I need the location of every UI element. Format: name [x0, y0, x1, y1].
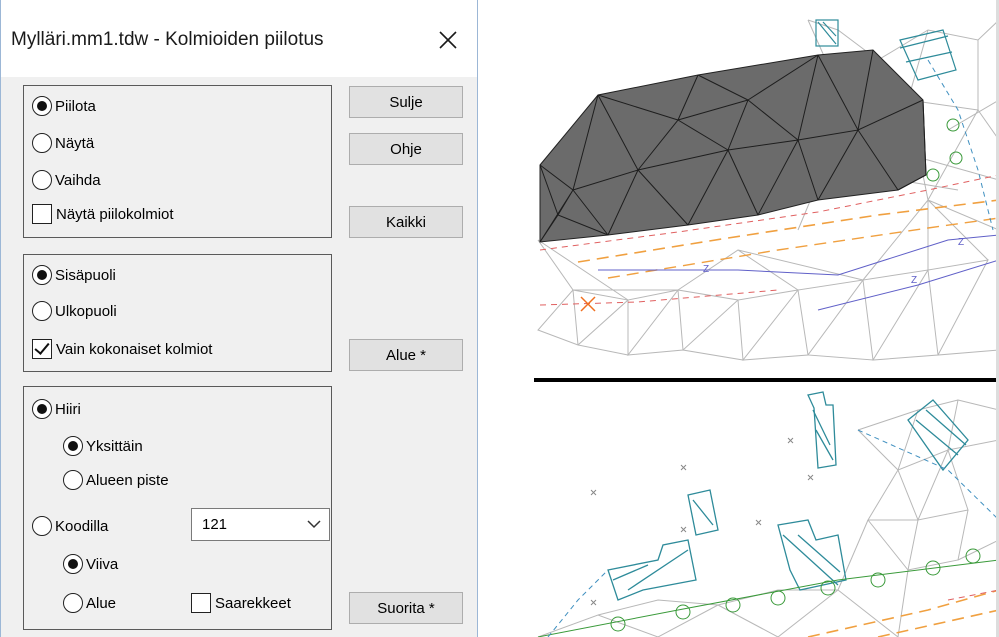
- radio-area[interactable]: Alue: [63, 590, 116, 616]
- radio-dot: [63, 593, 83, 613]
- radio-toggle[interactable]: Vaihda: [32, 167, 101, 193]
- islands-checkbox[interactable]: Saarekkeet: [191, 590, 291, 616]
- radio-dot: [63, 470, 83, 490]
- line-label-z: Z: [958, 237, 964, 248]
- radio-dot: [32, 399, 52, 419]
- panel-divider: [534, 378, 999, 382]
- radio-dot: [63, 436, 83, 456]
- chevron-down-icon: [307, 520, 321, 529]
- whole-triangles-checkbox[interactable]: Vain kokonaiset kolmiot: [32, 336, 212, 362]
- help-button[interactable]: Ohje: [349, 133, 463, 165]
- radio-toggle-label: Vaihda: [55, 171, 101, 189]
- radio-dot: [32, 133, 52, 153]
- radio-single-label: Yksittäin: [86, 437, 143, 455]
- all-button[interactable]: Kaikki: [349, 206, 463, 238]
- close-window-button[interactable]: [425, 20, 473, 60]
- line-label-z: Z: [911, 275, 917, 286]
- radio-show[interactable]: Näytä: [32, 130, 94, 156]
- close-icon: [439, 31, 457, 49]
- title-bar[interactable]: Mylläri.mm1.tdw - Kolmioiden piilotus: [1, 0, 477, 77]
- radio-dot: [32, 301, 52, 321]
- radio-by-code[interactable]: Koodilla: [32, 513, 108, 539]
- radio-outside[interactable]: Ulkopuoli: [32, 298, 117, 324]
- checkbox-box: [191, 593, 211, 613]
- radio-hide[interactable]: Piilota: [32, 93, 96, 119]
- radio-dot: [63, 554, 83, 574]
- line-label-z: Z: [703, 264, 709, 275]
- show-hidden-checkbox[interactable]: Näytä piilokolmiot: [32, 201, 174, 227]
- radio-inside-label: Sisäpuoli: [55, 266, 116, 284]
- radio-show-label: Näytä: [55, 134, 95, 152]
- radio-area-label: Alue: [86, 594, 117, 612]
- map-canvas[interactable]: Z Z Z: [478, 0, 999, 637]
- radio-area-point-label: Alueen piste: [86, 471, 169, 489]
- checkbox-box: [32, 339, 52, 359]
- radio-by-code-label: Koodilla: [55, 517, 109, 535]
- map-view[interactable]: Z Z Z: [478, 0, 999, 637]
- radio-dot: [32, 265, 52, 285]
- hide-triangles-dialog: Mylläri.mm1.tdw - Kolmioiden piilotus Pi…: [0, 0, 478, 637]
- radio-hide-label: Piilota: [55, 97, 96, 115]
- show-hidden-label: Näytä piilokolmiot: [56, 205, 174, 223]
- radio-mouse-label: Hiiri: [55, 400, 81, 418]
- radio-area-point[interactable]: Alueen piste: [63, 467, 169, 493]
- area-button[interactable]: Alue *: [349, 339, 463, 371]
- radio-single[interactable]: Yksittäin: [63, 433, 143, 459]
- radio-dot: [32, 96, 52, 116]
- checkbox-box: [32, 204, 52, 224]
- radio-line[interactable]: Viiva: [63, 551, 118, 577]
- radio-line-label: Viiva: [86, 555, 119, 573]
- radio-dot: [32, 516, 52, 536]
- code-select-value: 121: [202, 516, 228, 533]
- radio-dot: [32, 170, 52, 190]
- window-title: Mylläri.mm1.tdw - Kolmioiden piilotus: [11, 29, 324, 50]
- islands-label: Saarekkeet: [215, 594, 291, 612]
- radio-mouse[interactable]: Hiiri: [32, 396, 81, 422]
- radio-inside[interactable]: Sisäpuoli: [32, 262, 116, 288]
- execute-button[interactable]: Suorita *: [349, 592, 463, 624]
- close-button[interactable]: Sulje: [349, 86, 463, 118]
- radio-outside-label: Ulkopuoli: [55, 302, 117, 320]
- code-select[interactable]: 121: [191, 508, 330, 541]
- whole-triangles-label: Vain kokonaiset kolmiot: [56, 340, 213, 358]
